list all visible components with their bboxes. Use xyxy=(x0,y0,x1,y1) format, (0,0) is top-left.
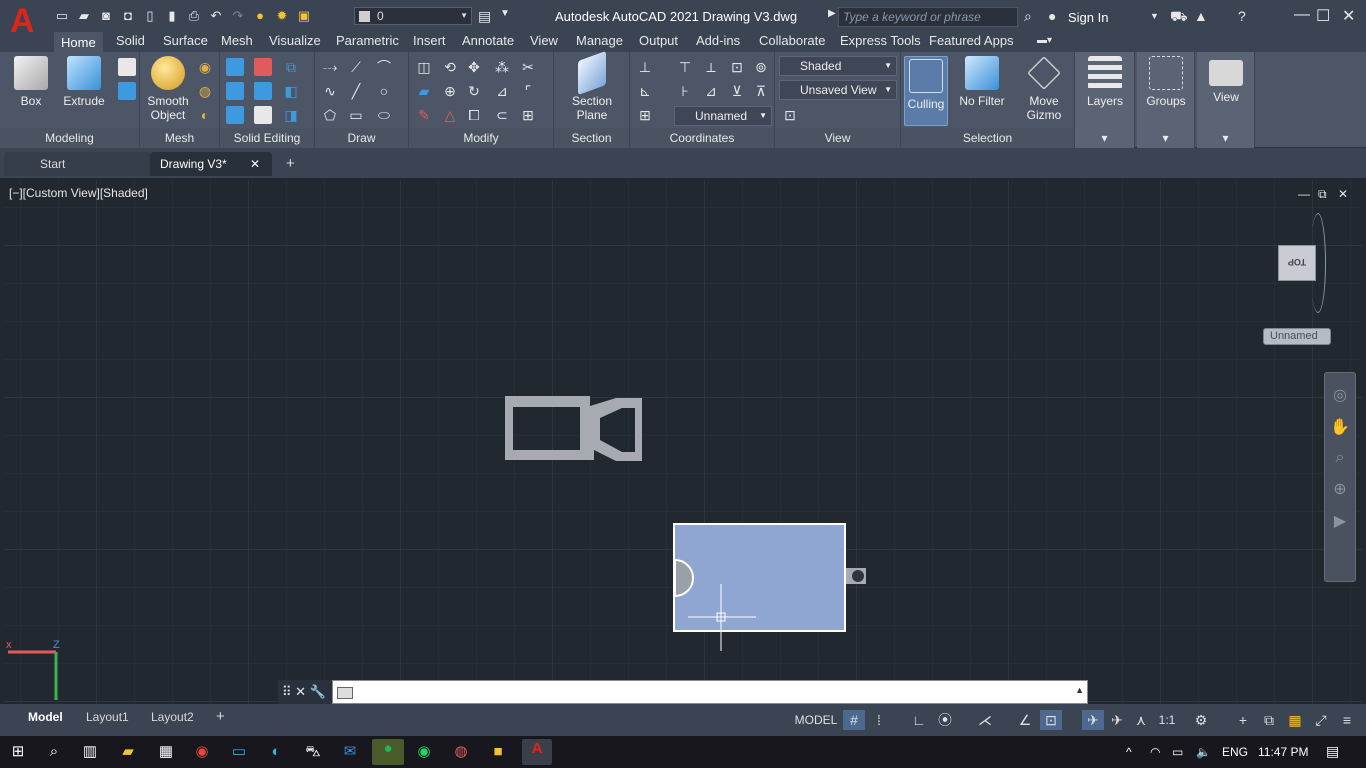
battery-icon[interactable]: ▭ xyxy=(1172,745,1183,759)
autocad-taskbar-icon[interactable]: A xyxy=(522,739,552,765)
spotify-icon[interactable]: ● xyxy=(372,739,404,765)
isodraft-icon[interactable]: ⋌ xyxy=(974,710,996,730)
command-input[interactable] xyxy=(332,680,1088,704)
windows-start-icon[interactable]: ⊞ xyxy=(8,742,28,762)
command-line-handle[interactable]: ⠿ ✕ 🔧 xyxy=(278,680,332,704)
ortho-icon[interactable]: ∟ xyxy=(908,710,930,730)
annotation-visibility-icon[interactable]: ✈ xyxy=(1082,710,1104,730)
mail-icon[interactable]: ✉ xyxy=(340,742,360,762)
taskbar-search-icon[interactable]: ⌕ xyxy=(44,742,64,762)
svg-text:x: x xyxy=(6,639,12,651)
model-space-button[interactable]: MODEL xyxy=(792,710,840,730)
sticky-notes-icon[interactable]: ■ xyxy=(488,742,508,762)
svg-text:Z: Z xyxy=(53,639,60,651)
network-icon[interactable]: ◠ xyxy=(1150,745,1160,759)
language-indicator[interactable]: ENG xyxy=(1222,745,1248,759)
edge-icon[interactable]: ◐ xyxy=(266,742,286,762)
calculator-icon[interactable]: ▦ xyxy=(156,742,176,762)
annotation-scale-value[interactable]: 1:1 xyxy=(1156,710,1178,730)
selected-plate xyxy=(673,523,866,632)
notifications-icon[interactable]: ▤ xyxy=(1326,743,1339,760)
osnap-tracking-icon[interactable]: ∠ xyxy=(1014,710,1036,730)
clock[interactable]: 11:47 PM xyxy=(1258,745,1308,759)
task-view-icon[interactable]: ▥ xyxy=(80,742,100,762)
chrome-icon[interactable]: ◉ xyxy=(192,742,212,762)
windows-taskbar: ⊞ ⌕ ▥ ▰ ▦ ◉ ▭ ◐ ⛍ ✉ ● ◉ ◍ ■ A ^ ◠ ▭ 🔈 EN… xyxy=(0,736,1366,768)
units-icon[interactable]: ⧉ xyxy=(1258,710,1280,730)
status-bar: Model Layout1 Layout2 + MODEL # ⁞ ∟ ⦿ ⋌ … xyxy=(0,704,1366,736)
whatsapp-icon[interactable]: ◉ xyxy=(414,742,434,762)
volume-icon[interactable]: 🔈 xyxy=(1196,745,1211,759)
add-layout-icon[interactable]: + xyxy=(210,707,231,727)
annotation-monitor-icon[interactable]: + xyxy=(1232,710,1254,730)
drawing-geometry: x Z xyxy=(6,396,866,700)
isolate-objects-icon[interactable]: ⤢ xyxy=(1310,710,1332,730)
grid-icon[interactable]: # xyxy=(843,710,865,730)
annotation-scale-icon[interactable]: ⋏ xyxy=(1130,710,1152,730)
quick-properties-icon[interactable]: ▦ xyxy=(1284,710,1306,730)
store-icon[interactable]: ⛍ xyxy=(303,742,323,762)
customization-menu-icon[interactable]: ≡ xyxy=(1336,710,1358,730)
snap-icon[interactable]: ⁞ xyxy=(868,710,890,730)
remote-desktop-icon[interactable]: ▭ xyxy=(229,742,249,762)
layout-tab-model[interactable]: Model xyxy=(22,707,69,727)
tray-chevron-icon[interactable]: ^ xyxy=(1126,745,1132,759)
layout-tab-layout1[interactable]: Layout1 xyxy=(80,707,135,727)
auto-scale-icon[interactable]: ✈ xyxy=(1106,710,1128,730)
ucs-axis-icon: x Z xyxy=(6,639,60,700)
customize-wrench-icon[interactable]: 🔧 xyxy=(310,684,326,699)
polar-icon[interactable]: ⦿ xyxy=(934,710,956,730)
osnap-icon[interactable]: ⊡ xyxy=(1040,710,1062,730)
workspace-gear-icon[interactable]: ⚙ xyxy=(1190,710,1212,730)
file-explorer-icon[interactable]: ▰ xyxy=(118,742,138,762)
profile-shape xyxy=(505,396,642,461)
command-line: ⠿ ✕ 🔧 ▲ xyxy=(278,680,1088,704)
game-icon[interactable]: ◍ xyxy=(451,742,471,762)
layout-tab-layout2[interactable]: Layout2 xyxy=(145,707,200,727)
command-history-icon[interactable]: ▲ xyxy=(1075,685,1084,695)
